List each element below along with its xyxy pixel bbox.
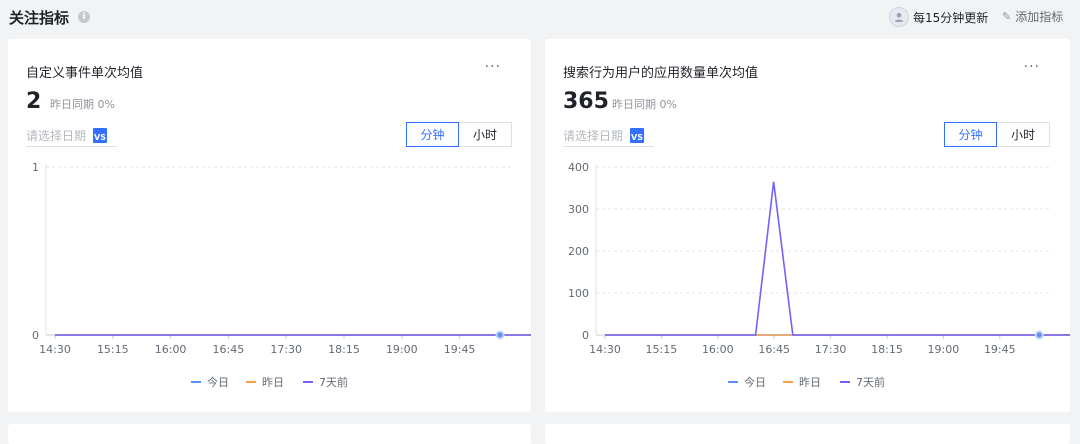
metric-card-search-users: 搜索行为用户的应用数量单次均值 ··· 365 昨日同期 0% 请选择日期 VS…	[545, 39, 1070, 412]
page-title: 关注指标	[9, 9, 70, 27]
x-tick-label: 19:00	[386, 343, 418, 356]
add-metric-label: 添加指标	[1015, 10, 1064, 24]
metric-card-custom-event: 自定义事件单次均值 ··· 2 昨日同期 0% 请选择日期 VS 分钟 小时 0…	[8, 39, 531, 412]
line-chart-search-users: 0 100 200 300 400 14:30 15:15 16:00 16:45 17:30 18…	[568, 161, 1070, 389]
series-line	[605, 181, 1070, 336]
hover-marker[interactable]	[1036, 332, 1042, 338]
legend-label[interactable]: 今日	[207, 375, 229, 389]
legend-label[interactable]: 昨日	[262, 376, 284, 389]
line-chart-custom-event: 0 1 14:30 15:15 16:00 16:45 17:30 18:15 19:00 19:…	[32, 161, 531, 389]
x-tick-label: 15:15	[97, 343, 129, 356]
x-tick-label: 16:45	[213, 343, 245, 356]
y-tick-label: 200	[568, 245, 589, 258]
x-tick-label: 15:15	[646, 343, 678, 356]
y-tick-label: 400	[568, 161, 589, 174]
next-card-right	[545, 424, 1070, 444]
add-metric-button[interactable]: ✎ 添加指标	[1002, 8, 1063, 25]
x-tick-label: 17:30	[270, 343, 302, 356]
x-tick-label: 19:00	[928, 343, 960, 356]
x-tick-label: 18:15	[328, 343, 360, 356]
y-tick-label: 300	[568, 203, 589, 216]
top-bar: 关注指标 i 每15分钟更新 ✎ 添加指标	[0, 0, 1080, 36]
next-card-left	[8, 424, 531, 444]
info-icon[interactable]: i	[78, 11, 90, 23]
user-icon	[889, 7, 909, 27]
x-tick-label: 16:45	[758, 343, 790, 356]
x-tick-label: 16:00	[155, 343, 187, 356]
y-tick-label: 100	[568, 287, 589, 300]
y-tick-label: 0	[582, 329, 589, 342]
x-tick-label: 19:45	[984, 343, 1016, 356]
x-tick-label: 16:00	[702, 343, 734, 356]
hover-marker[interactable]	[497, 332, 503, 338]
x-tick-label: 14:30	[39, 343, 71, 356]
x-tick-label: 14:30	[589, 343, 621, 356]
legend-label[interactable]: 7天前	[319, 375, 348, 389]
legend-label[interactable]: 昨日	[799, 376, 821, 389]
legend-label[interactable]: 今日	[744, 375, 766, 389]
x-tick-label: 19:45	[444, 343, 476, 356]
pencil-icon: ✎	[1002, 10, 1012, 23]
x-tick-label: 17:30	[815, 343, 847, 356]
legend-label[interactable]: 7天前	[856, 375, 885, 389]
y-tick-label: 1	[32, 161, 39, 174]
y-tick-label: 0	[32, 329, 39, 342]
refresh-text: 每15分钟更新	[913, 10, 989, 25]
refresh-status: 每15分钟更新	[889, 6, 988, 28]
x-tick-label: 18:15	[871, 343, 903, 356]
